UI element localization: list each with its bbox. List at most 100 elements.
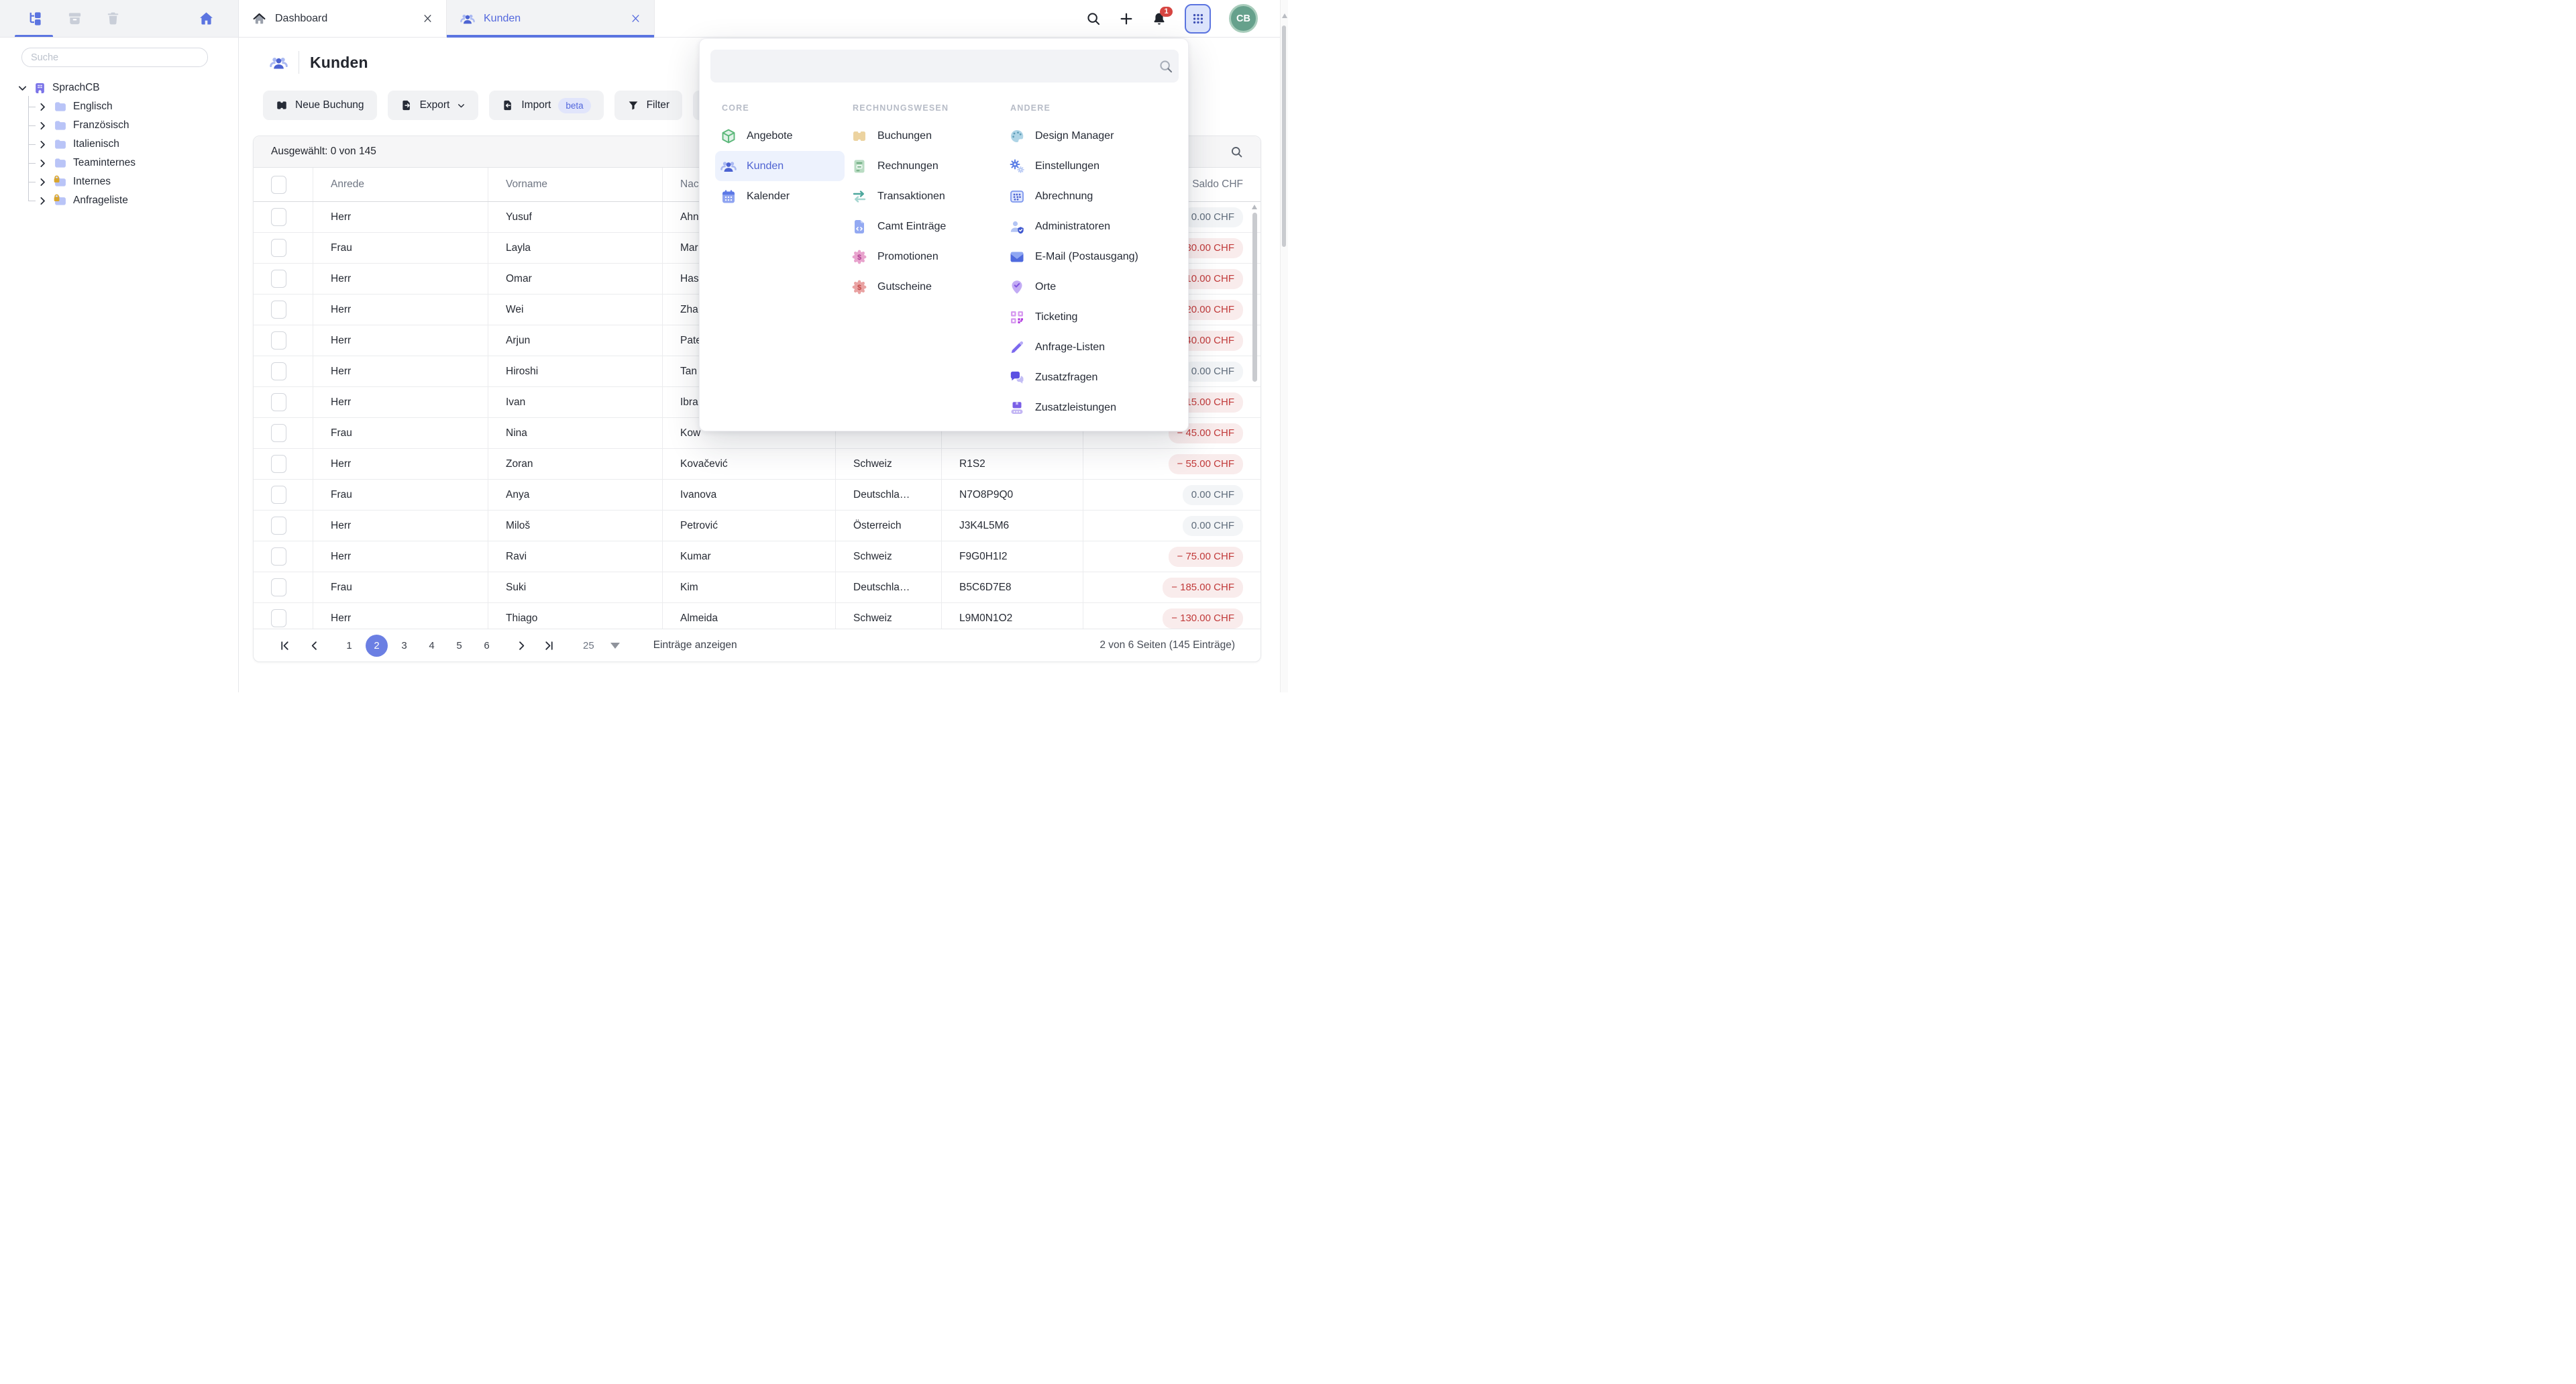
row-checkbox[interactable] xyxy=(271,331,286,350)
row-checkbox[interactable] xyxy=(271,455,286,473)
menu-item-camt-eintr-ge[interactable]: Camt Einträge xyxy=(846,211,1002,242)
page-number-2[interactable]: 2 xyxy=(366,635,388,657)
menu-item-zusatzleistungen[interactable]: Zusatzleistungen xyxy=(1004,392,1185,423)
apps-grid-button[interactable] xyxy=(1185,4,1211,34)
import-button[interactable]: Import beta xyxy=(489,91,603,120)
menu-item-rechnungen[interactable]: Rechnungen xyxy=(846,151,1002,181)
tree-item-teaminternes[interactable]: Teaminternes xyxy=(28,154,238,172)
row-checkbox[interactable] xyxy=(271,301,286,319)
table-row[interactable]: Herr Ravi Kumar Schweiz F9G0H1I2 − 75.00… xyxy=(254,541,1260,572)
filter-button[interactable]: Filter xyxy=(614,91,682,120)
row-checkbox[interactable] xyxy=(271,517,286,535)
row-checkbox[interactable] xyxy=(271,270,286,288)
last-page-icon[interactable] xyxy=(543,640,555,651)
cell-anrede: Herr xyxy=(313,356,488,386)
menu-item-ticketing[interactable]: Ticketing xyxy=(1004,302,1185,332)
cell-nachname: Kumar xyxy=(663,541,836,572)
plus-icon[interactable] xyxy=(1119,11,1134,26)
neue-buchung-button[interactable]: Neue Buchung xyxy=(263,91,377,120)
cell-vorname: Yusuf xyxy=(488,202,663,232)
menu-item-kunden[interactable]: Kunden xyxy=(715,151,845,181)
row-checkbox-cell xyxy=(254,202,313,232)
menu-item-einstellungen[interactable]: Einstellungen xyxy=(1004,151,1185,181)
row-checkbox[interactable] xyxy=(271,424,286,442)
page-header: Kunden xyxy=(270,48,368,76)
row-checkbox[interactable] xyxy=(271,578,286,596)
tree-item-französisch[interactable]: Französisch xyxy=(28,116,238,135)
calendar-icon xyxy=(720,189,737,205)
tree-item-anfrageliste[interactable]: Anfrageliste xyxy=(28,191,238,210)
archive-icon[interactable] xyxy=(67,11,83,26)
tree-item-internes[interactable]: Internes xyxy=(28,172,238,191)
table-scrollbar[interactable] xyxy=(1252,203,1258,624)
menu-item-abrechnung[interactable]: Abrechnung xyxy=(1004,181,1185,211)
scroll-up-arrow-icon[interactable] xyxy=(1282,13,1287,18)
trash-icon[interactable] xyxy=(105,11,121,26)
tree-root[interactable]: SprachCB xyxy=(0,78,238,97)
file-export-icon xyxy=(400,99,413,111)
menu-group-title: ANDERE xyxy=(1010,103,1185,114)
row-checkbox[interactable] xyxy=(271,547,286,566)
row-checkbox[interactable] xyxy=(271,208,286,226)
page-number-5[interactable]: 5 xyxy=(448,635,470,657)
table-row[interactable]: Herr Miloš Petrović Österreich J3K4L5M6 … xyxy=(254,511,1260,541)
tree-children: Englisch Französisch Italienisch Teamint… xyxy=(28,97,238,210)
menu-item-buchungen[interactable]: Buchungen xyxy=(846,121,1002,151)
row-checkbox[interactable] xyxy=(271,486,286,504)
search-icon[interactable] xyxy=(1230,146,1243,158)
scrollbar-thumb[interactable] xyxy=(1282,25,1286,247)
home-icon[interactable] xyxy=(199,11,214,26)
select-all-checkbox[interactable] xyxy=(271,176,286,194)
row-checkbox[interactable] xyxy=(271,362,286,380)
sidebar-search-input[interactable] xyxy=(21,48,208,67)
page-scrollbar[interactable] xyxy=(1280,0,1288,692)
menu-item-transaktionen[interactable]: Transaktionen xyxy=(846,181,1002,211)
tree-item-englisch[interactable]: Englisch xyxy=(28,97,238,116)
first-page-icon[interactable] xyxy=(279,640,290,651)
page-size-select[interactable]: 25 xyxy=(583,640,620,651)
table-row[interactable]: Frau Suki Kim Deutschla… B5C6D7E8 − 185.… xyxy=(254,572,1260,603)
menu-item-angebote[interactable]: Angebote xyxy=(715,121,845,151)
tree-item-italienisch[interactable]: Italienisch xyxy=(28,135,238,154)
tab-dashboard[interactable]: Dashboard xyxy=(239,0,447,37)
menu-item-anfrage-listen[interactable]: Anfrage-Listen xyxy=(1004,332,1185,362)
page-number-6[interactable]: 6 xyxy=(476,635,498,657)
bell-icon[interactable]: 1 xyxy=(1152,11,1167,26)
menu-item-zusatzfragen[interactable]: Zusatzfragen xyxy=(1004,362,1185,392)
cell-anrede: Herr xyxy=(313,295,488,325)
page-number-4[interactable]: 4 xyxy=(421,635,443,657)
menu-item-kalender[interactable]: Kalender xyxy=(715,181,845,211)
menu-item-administratoren[interactable]: Administratoren xyxy=(1004,211,1185,242)
saldo-badge: − 75.00 CHF xyxy=(1169,547,1243,567)
export-button[interactable]: Export xyxy=(388,91,479,120)
scroll-up-arrow-icon[interactable] xyxy=(1252,205,1257,209)
menu-item-promotionen[interactable]: $Promotionen xyxy=(846,242,1002,272)
chevron-right-icon xyxy=(38,177,48,187)
button-label: Export xyxy=(420,99,450,111)
page-number-1[interactable]: 1 xyxy=(338,635,360,657)
cell-code: B5C6D7E8 xyxy=(942,572,1083,602)
menu-item-label: Promotionen xyxy=(877,251,938,263)
row-checkbox[interactable] xyxy=(271,393,286,411)
app-menu-search-input[interactable] xyxy=(710,50,1179,83)
tab-kunden[interactable]: Kunden xyxy=(447,0,655,37)
close-icon[interactable] xyxy=(423,13,433,23)
previous-page-icon[interactable] xyxy=(309,640,320,651)
scrollbar-thumb[interactable] xyxy=(1252,213,1257,382)
table-row[interactable]: Frau Anya Ivanova Deutschla… N7O8P9Q0 0.… xyxy=(254,480,1260,511)
menu-item-design-manager[interactable]: Design Manager xyxy=(1004,121,1185,151)
row-checkbox[interactable] xyxy=(271,609,286,627)
row-checkbox[interactable] xyxy=(271,239,286,257)
menu-item-orte[interactable]: Orte xyxy=(1004,272,1185,302)
tree-structure-icon[interactable] xyxy=(27,11,42,26)
close-icon[interactable] xyxy=(631,13,641,23)
invoice-icon xyxy=(851,158,867,174)
next-page-icon[interactable] xyxy=(516,640,527,651)
avatar[interactable]: CB xyxy=(1229,4,1258,33)
table-row[interactable]: Herr Zoran Kovačević Schweiz R1S2 − 55.0… xyxy=(254,449,1260,480)
page-number-3[interactable]: 3 xyxy=(393,635,415,657)
search-icon[interactable] xyxy=(1086,11,1101,26)
menu-item-gutscheine[interactable]: $Gutscheine xyxy=(846,272,1002,302)
menu-item-e-mail-postausgang-[interactable]: E-Mail (Postausgang) xyxy=(1004,242,1185,272)
cell-anrede: Frau xyxy=(313,418,488,448)
